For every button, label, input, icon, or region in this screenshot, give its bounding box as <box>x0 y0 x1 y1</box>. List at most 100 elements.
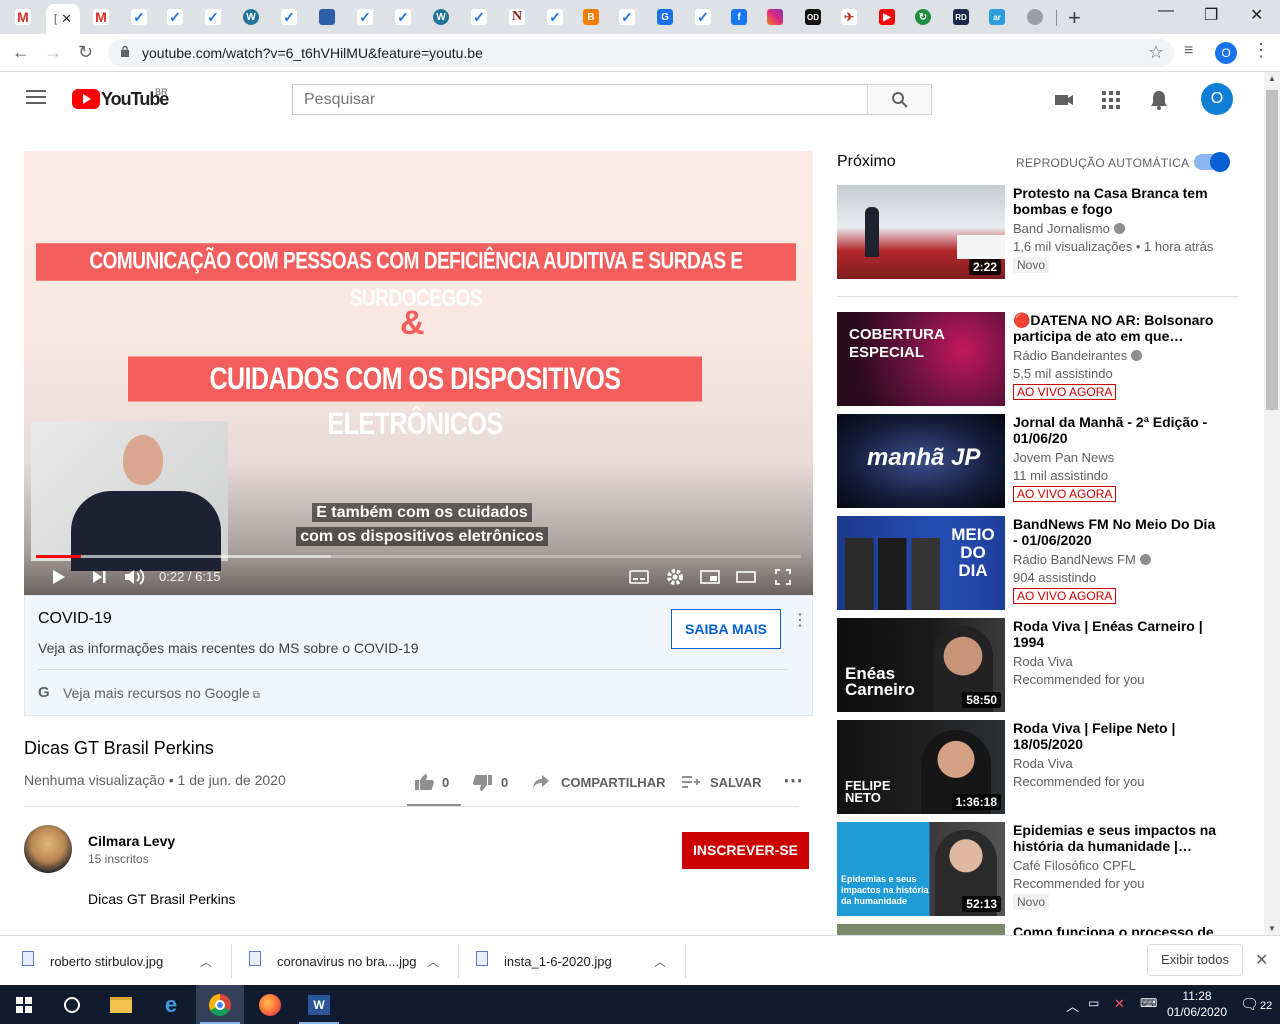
next-video-icon[interactable] <box>92 570 106 584</box>
tab-11[interactable]: N <box>502 4 532 30</box>
scroll-down-arrow[interactable]: ▼ <box>1268 924 1276 933</box>
tab-22[interactable]: ↻ <box>908 4 938 30</box>
channel-name[interactable]: Roda Viva <box>1013 756 1073 771</box>
video-title[interactable]: Como funciona o processo de <box>1013 924 1223 935</box>
miniplayer-icon[interactable] <box>700 570 720 584</box>
video-thumbnail[interactable] <box>837 924 1005 935</box>
video-title[interactable]: Roda Viva | Felipe Neto | 18/05/2020 <box>1013 720 1223 752</box>
tab-3[interactable]: ✓ <box>198 4 228 30</box>
download-item[interactable]: roberto stirbulov.jpg ︿ <box>22 945 222 977</box>
minimize-button[interactable]: — <box>1158 2 1174 20</box>
channel-name[interactable]: Rádio Bandeirantes <box>1013 348 1143 363</box>
video-title[interactable]: BandNews FM No Meio Do Dia - 01/06/2020 <box>1013 516 1223 548</box>
bookmark-star-icon[interactable]: ☆ <box>1148 42 1164 63</box>
recommended-video[interactable]: Como funciona o processo de <box>837 924 1247 935</box>
dislike-icon[interactable] <box>473 774 493 792</box>
page-scrollbar[interactable]: ▲ ▼ <box>1264 72 1280 935</box>
chevron-up-icon[interactable]: ︿ <box>654 953 666 970</box>
profile-avatar[interactable]: O <box>1215 42 1237 64</box>
tab-gmail-1[interactable]: M <box>8 4 38 30</box>
recommended-video[interactable]: 2:22 Protesto na Casa Branca tem bombas … <box>837 185 1247 281</box>
channel-name[interactable]: Cilmara Levy <box>88 833 175 849</box>
tab-12[interactable]: ✓ <box>540 4 570 30</box>
tab-2[interactable]: ✓ <box>160 4 190 30</box>
save-button[interactable]: SALVAR <box>710 775 762 790</box>
hamburger-menu-icon[interactable] <box>26 90 46 104</box>
fullscreen-icon[interactable] <box>775 569 791 585</box>
forward-button[interactable]: → <box>44 42 62 63</box>
tab-23[interactable]: RD <box>946 4 976 30</box>
tab-24[interactable]: ar <box>982 4 1012 30</box>
keyboard-icon[interactable]: ⌨ <box>1140 996 1157 1010</box>
tab-9[interactable]: W <box>426 4 456 30</box>
tray-expand-icon[interactable]: ︿ <box>1066 996 1079 1015</box>
video-thumbnail[interactable]: Enéas Carneiro 58:50 <box>837 618 1005 712</box>
settings-gear-icon[interactable] <box>666 568 684 586</box>
recommended-video[interactable]: MEIO DO DIA BandNews FM No Meio Do Dia -… <box>837 516 1247 612</box>
tab-active[interactable]: [✕ <box>46 4 80 34</box>
media-queue-icon[interactable]: ≡ <box>1184 42 1193 60</box>
tab-21[interactable]: ▶ <box>872 4 902 30</box>
subtitles-icon[interactable] <box>629 570 649 584</box>
autoplay-toggle[interactable] <box>1194 152 1230 172</box>
channel-avatar[interactable] <box>24 825 72 873</box>
search-button[interactable] <box>867 84 932 115</box>
new-tab-button[interactable]: + <box>1068 5 1081 31</box>
chrome-menu-icon[interactable]: ⋮ <box>1252 40 1270 61</box>
video-title[interactable]: Protesto na Casa Branca tem bombas e fog… <box>1013 185 1223 217</box>
progress-bar[interactable] <box>36 555 801 558</box>
share-icon[interactable] <box>532 774 550 790</box>
download-item[interactable]: insta_1-6-2020.jpg ︿ <box>476 945 676 977</box>
tab-25[interactable] <box>1020 4 1050 30</box>
tab-10[interactable]: ✓ <box>464 4 494 30</box>
youtube-logo-icon[interactable] <box>72 89 100 109</box>
tab-15[interactable]: G <box>650 4 680 30</box>
create-video-icon[interactable] <box>1053 89 1075 111</box>
tab-4[interactable]: W <box>236 4 266 30</box>
more-actions-icon[interactable]: ⋯ <box>783 768 803 793</box>
network-icon[interactable]: ▭ <box>1088 996 1099 1010</box>
google-resources-link[interactable]: Veja mais recursos no Google ⧉ <box>63 685 260 701</box>
close-window-button[interactable]: ✕ <box>1250 5 1263 25</box>
close-downloads-icon[interactable]: ✕ <box>1255 950 1268 970</box>
recommended-video[interactable]: FELIPE NETO 1:36:18 Roda Viva | Felipe N… <box>837 720 1247 816</box>
system-clock[interactable]: 11:28 01/06/2020 <box>1160 988 1234 1020</box>
video-thumbnail[interactable]: 2:22 <box>837 185 1005 279</box>
apps-grid-icon[interactable] <box>1100 89 1122 111</box>
scroll-thumb[interactable] <box>1266 90 1278 410</box>
learn-more-button[interactable]: SAIBA MAIS <box>671 609 781 649</box>
task-view-button[interactable] <box>48 985 96 1024</box>
video-thumbnail[interactable]: Epidemias e seus impactos na história da… <box>837 822 1005 916</box>
tab-14[interactable]: ✓ <box>612 4 642 30</box>
channel-name[interactable]: Band Jornalismo <box>1013 221 1125 236</box>
theater-mode-icon[interactable] <box>736 570 756 584</box>
tab-5[interactable]: ✓ <box>274 4 304 30</box>
tab-1[interactable]: ✓ <box>124 4 154 30</box>
start-button[interactable] <box>0 985 48 1024</box>
back-button[interactable]: ← <box>12 42 30 63</box>
tab-20[interactable]: ✈ <box>834 4 864 30</box>
video-player[interactable]: COMUNICAÇÃO COM PESSOAS COM DEFICIÊNCIA … <box>24 151 813 595</box>
video-title[interactable]: Jornal da Manhã - 2ª Edição - 01/06/20 <box>1013 414 1223 446</box>
recommended-video[interactable]: manhã JP Jornal da Manhã - 2ª Edição - 0… <box>837 414 1247 510</box>
share-button[interactable]: COMPARTILHAR <box>561 775 665 790</box>
video-title[interactable]: Roda Viva | Enéas Carneiro | 1994 <box>1013 618 1223 650</box>
video-thumbnail[interactable]: manhã JP <box>837 414 1005 508</box>
chevron-up-icon[interactable]: ︿ <box>427 953 439 970</box>
video-title[interactable]: Epidemias e seus impactos na história da… <box>1013 822 1223 854</box>
recommended-video[interactable]: COBERTURA ESPECIAL 🔴DATENA NO AR: Bolson… <box>837 312 1247 408</box>
video-thumbnail[interactable]: MEIO DO DIA <box>837 516 1005 610</box>
volume-muted-icon[interactable]: ✕ <box>1114 996 1125 1012</box>
show-all-downloads-button[interactable]: Exibir todos <box>1147 944 1243 976</box>
tab-8[interactable]: ✓ <box>388 4 418 30</box>
maximize-button[interactable]: ❐ <box>1204 5 1218 25</box>
video-thumbnail[interactable]: FELIPE NETO 1:36:18 <box>837 720 1005 814</box>
recommended-video[interactable]: Enéas Carneiro 58:50 Roda Viva | Enéas C… <box>837 618 1247 714</box>
notifications-bell-icon[interactable] <box>1148 89 1170 111</box>
tab-18[interactable] <box>760 4 790 30</box>
tab-16[interactable]: ✓ <box>688 4 718 30</box>
close-tab-icon[interactable]: ✕ <box>61 11 72 27</box>
subscribe-button[interactable]: INSCREVER-SE <box>682 832 809 869</box>
video-title[interactable]: 🔴DATENA NO AR: Bolsonaro participa de at… <box>1013 312 1223 344</box>
tab-gmail-2[interactable]: M <box>86 4 116 30</box>
